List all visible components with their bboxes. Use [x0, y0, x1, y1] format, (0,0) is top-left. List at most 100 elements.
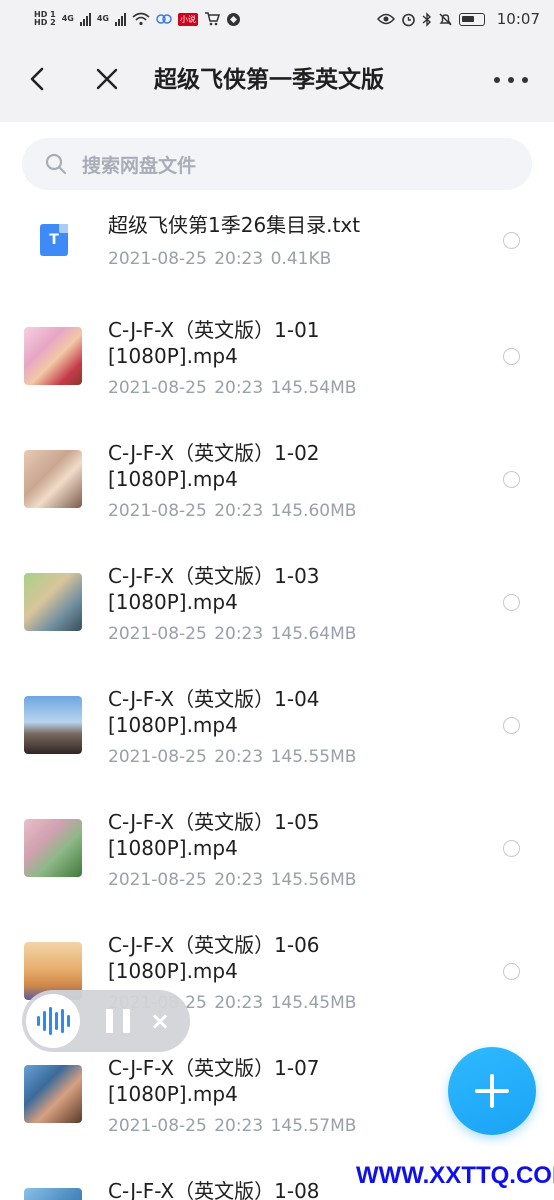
txt-file-icon: T [40, 224, 68, 256]
file-row[interactable]: T 超级飞侠第1季26集目录.txt 2021-08-25 20:23 0.41… [0, 200, 554, 322]
file-size: 145.55MB [270, 747, 357, 767]
file-name-line1: C-J-F-X（英文版）1-06 [108, 933, 320, 957]
close-button[interactable] [92, 64, 122, 94]
file-meta: 2021-08-25 20:23 145.60MB [108, 500, 356, 522]
file-size: 0.41KB [270, 249, 332, 269]
select-radio[interactable] [503, 594, 520, 611]
video-thumbnail [24, 696, 82, 754]
alarm-icon [401, 13, 415, 26]
select-radio[interactable] [503, 963, 520, 980]
app-notification-icon: 小说 [177, 12, 198, 26]
more-dot [508, 77, 514, 83]
file-size: 145.64MB [270, 624, 357, 644]
floating-player[interactable]: × [22, 990, 190, 1052]
file-name-line2: [1080P].mp4 [108, 590, 238, 614]
player-close-button[interactable]: × [150, 1009, 170, 1033]
status-right: 10:07 [376, 10, 540, 28]
file-name: C-J-F-X（英文版）1-07 [1080P].mp4 [108, 1055, 488, 1107]
txt-file-icon-letter: T [49, 232, 59, 248]
file-name-line1: C-J-F-X（英文版）1-07 [108, 1056, 320, 1080]
audio-wave-icon[interactable] [26, 994, 80, 1048]
video-thumbnail [24, 1065, 82, 1123]
wifi-icon [132, 12, 150, 26]
app-icon [226, 12, 240, 26]
page-title: 超级飞侠第一季英文版 [154, 67, 384, 93]
select-radio[interactable] [503, 717, 520, 734]
back-button[interactable] [24, 64, 54, 94]
sim2-label: HD 2 [34, 18, 56, 27]
file-name-line1: C-J-F-X（英文版）1-01 [108, 318, 320, 342]
video-thumbnail [24, 327, 82, 385]
file-row[interactable]: C-J-F-X（英文版）1-05 [1080P].mp4 2021-08-25 2… [0, 802, 554, 924]
status-time: 10:07 [496, 10, 540, 28]
file-name-line2: [1080P].mp4 [108, 959, 238, 983]
file-name-line1: C-J-F-X（英文版）1-04 [108, 687, 320, 711]
file-name: C-J-F-X（英文版）1-02 [1080P].mp4 [108, 440, 488, 492]
file-date: 2021-08-25 20:23 [108, 501, 264, 521]
file-name-line1: C-J-F-X（英文版）1-02 [108, 441, 320, 465]
file-date: 2021-08-25 20:23 [108, 1116, 264, 1136]
file-name: C-J-F-X（英文版）1-06 [1080P].mp4 [108, 932, 488, 984]
file-size: 145.56MB [270, 870, 357, 890]
network-type-1: 4G [61, 14, 74, 23]
video-thumbnail [24, 450, 82, 508]
file-row[interactable]: C-J-F-X（英文版）1-01 [1080P].mp4 2021-08-25 2… [0, 310, 554, 432]
file-name-line2: [1080P].mp4 [108, 836, 238, 860]
search-input[interactable]: 搜索网盘文件 [22, 138, 532, 190]
file-size: 145.45MB [270, 993, 357, 1013]
back-arrow-icon [30, 67, 44, 91]
link-icon [156, 14, 172, 24]
select-radio[interactable] [503, 840, 520, 857]
file-name-line2: [1080P].mp4 [108, 1082, 238, 1106]
file-date: 2021-08-25 20:23 [108, 747, 264, 767]
more-button[interactable] [494, 68, 528, 92]
search-placeholder: 搜索网盘文件 [82, 154, 197, 177]
file-row[interactable]: C-J-F-X（英文版）1-02 [1080P].mp4 2021-08-25 2… [0, 433, 554, 555]
sim-indicators: HD 1 HD 2 [34, 11, 56, 27]
pause-icon-bar [123, 1009, 130, 1033]
video-thumbnail [24, 819, 82, 877]
bluetooth-icon [422, 11, 431, 27]
file-name: C-J-F-X（英文版）1-04 [1080P].mp4 [108, 686, 488, 738]
select-radio[interactable] [503, 232, 520, 249]
file-name-line1: C-J-F-X（英文版）1-03 [108, 564, 320, 588]
file-size: 145.60MB [270, 501, 357, 521]
cart-icon [204, 12, 220, 26]
pause-icon-bar [106, 1009, 113, 1033]
pause-button[interactable] [106, 1009, 130, 1033]
status-left: HD 1 HD 2 4G 4G 小说 [34, 11, 241, 27]
file-meta: 2021-08-25 20:23 145.64MB [108, 623, 356, 645]
file-meta: 2021-08-25 20:23 145.56MB [108, 869, 356, 891]
signal-icon [114, 12, 126, 26]
file-name-line1: C-J-F-X（英文版）1-05 [108, 810, 320, 834]
file-meta: 2021-08-25 20:23 145.55MB [108, 746, 356, 768]
watermark-text: WWW.XXTTQ.COM [356, 1162, 554, 1189]
file-meta: 2021-08-25 20:23 0.41KB [108, 248, 331, 270]
file-row[interactable]: C-J-F-X（英文版）1-03 [1080P].mp4 2021-08-25 2… [0, 556, 554, 678]
status-bar: HD 1 HD 2 4G 4G 小说 10:07 [0, 0, 554, 38]
file-meta: 2021-08-25 20:23 145.57MB [108, 1115, 356, 1137]
file-date: 2021-08-25 20:23 [108, 378, 264, 398]
select-radio[interactable] [503, 471, 520, 488]
more-dot [522, 77, 528, 83]
file-name-line2: [1080P].mp4 [108, 344, 238, 368]
file-size: 145.57MB [270, 1116, 357, 1136]
file-name: 超级飞侠第1季26集目录.txt [108, 213, 361, 237]
more-dots-icon [494, 77, 500, 83]
file-meta: 2021-08-25 20:23 145.54MB [108, 377, 356, 399]
file-name: C-J-F-X（英文版）1-03 [1080P].mp4 [108, 563, 488, 615]
file-name-line2: [1080P].mp4 [108, 713, 238, 737]
add-button[interactable] [448, 1047, 536, 1135]
video-thumbnail [24, 573, 82, 631]
select-radio[interactable] [503, 348, 520, 365]
file-date: 2021-08-25 20:23 [108, 624, 264, 644]
file-name-line1: C-J-F-X（英文版）1-08 [108, 1179, 320, 1200]
file-row[interactable]: C-J-F-X（英文版）1-04 [1080P].mp4 2021-08-25 2… [0, 679, 554, 801]
file-name-line2: [1080P].mp4 [108, 467, 238, 491]
video-thumbnail [24, 1188, 82, 1200]
file-name: C-J-F-X（英文版）1-01 [1080P].mp4 [108, 317, 488, 369]
close-icon [96, 68, 118, 90]
battery-icon [458, 12, 485, 26]
eye-icon [376, 13, 395, 25]
network-type-2: 4G [96, 14, 109, 23]
